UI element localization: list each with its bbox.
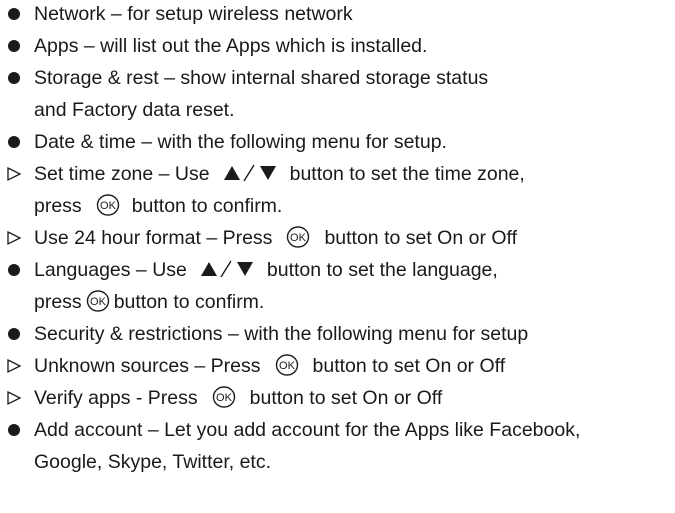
list-item-text: button to confirm. <box>113 291 265 313</box>
list-item-text: and Factory data reset. <box>34 99 235 121</box>
bullet-icon <box>0 0 28 28</box>
list-item-text: Apps – will list out the Apps which is i… <box>34 35 428 57</box>
document-page: Network – for setup wireless network App… <box>0 0 675 513</box>
list-item-text: press <box>34 291 82 313</box>
list-item-text: Network – for setup wireless network <box>34 3 353 25</box>
sub-item-text: Verify apps - Press <box>34 387 198 409</box>
sub-item-text: button to set On or Off <box>249 387 443 409</box>
sub-item-text: button to confirm. <box>131 195 283 217</box>
ok-button-icon <box>96 194 120 216</box>
ok-button-icon <box>286 226 310 248</box>
ok-button-icon <box>212 386 236 408</box>
list-item-text: Security & restrictions – with the follo… <box>34 323 529 345</box>
arrow-right-icon <box>0 160 28 188</box>
arrow-right-icon <box>0 224 28 252</box>
list-item-text: Date & time – with the following menu fo… <box>34 131 447 153</box>
arrow-right-icon <box>0 352 28 380</box>
bullet-icon <box>0 64 28 92</box>
sub-item-text: press <box>34 195 82 217</box>
ok-button-icon <box>275 354 299 376</box>
arrow-right-icon <box>0 384 28 412</box>
bullet-icon <box>0 256 28 284</box>
up-down-triangle-icon <box>222 163 278 183</box>
ok-button-icon <box>86 290 110 312</box>
list-item-text: Storage & rest – show internal shared st… <box>34 67 489 89</box>
bullet-icon <box>0 416 28 444</box>
list-item-text: Languages – Use <box>34 259 187 281</box>
list-item-text: button to set the language, <box>266 259 498 281</box>
bullet-icon <box>0 128 28 156</box>
sub-item-text: button to set the time zone, <box>289 163 525 185</box>
sub-item-text: button to set On or Off <box>324 227 518 249</box>
sub-item-text: Use 24 hour format – Press <box>34 227 273 249</box>
bullet-icon <box>0 32 28 60</box>
list-item-text: Add account – Let you add account for th… <box>34 419 581 441</box>
sub-item-text: Set time zone – Use <box>34 163 210 185</box>
list-item-text: Google, Skype, Twitter, etc. <box>34 451 272 473</box>
bullet-icon <box>0 320 28 348</box>
up-down-triangle-icon <box>199 259 255 279</box>
sub-item-text: Unknown sources – Press <box>34 355 261 377</box>
sub-item-text: button to set On or Off <box>312 355 506 377</box>
